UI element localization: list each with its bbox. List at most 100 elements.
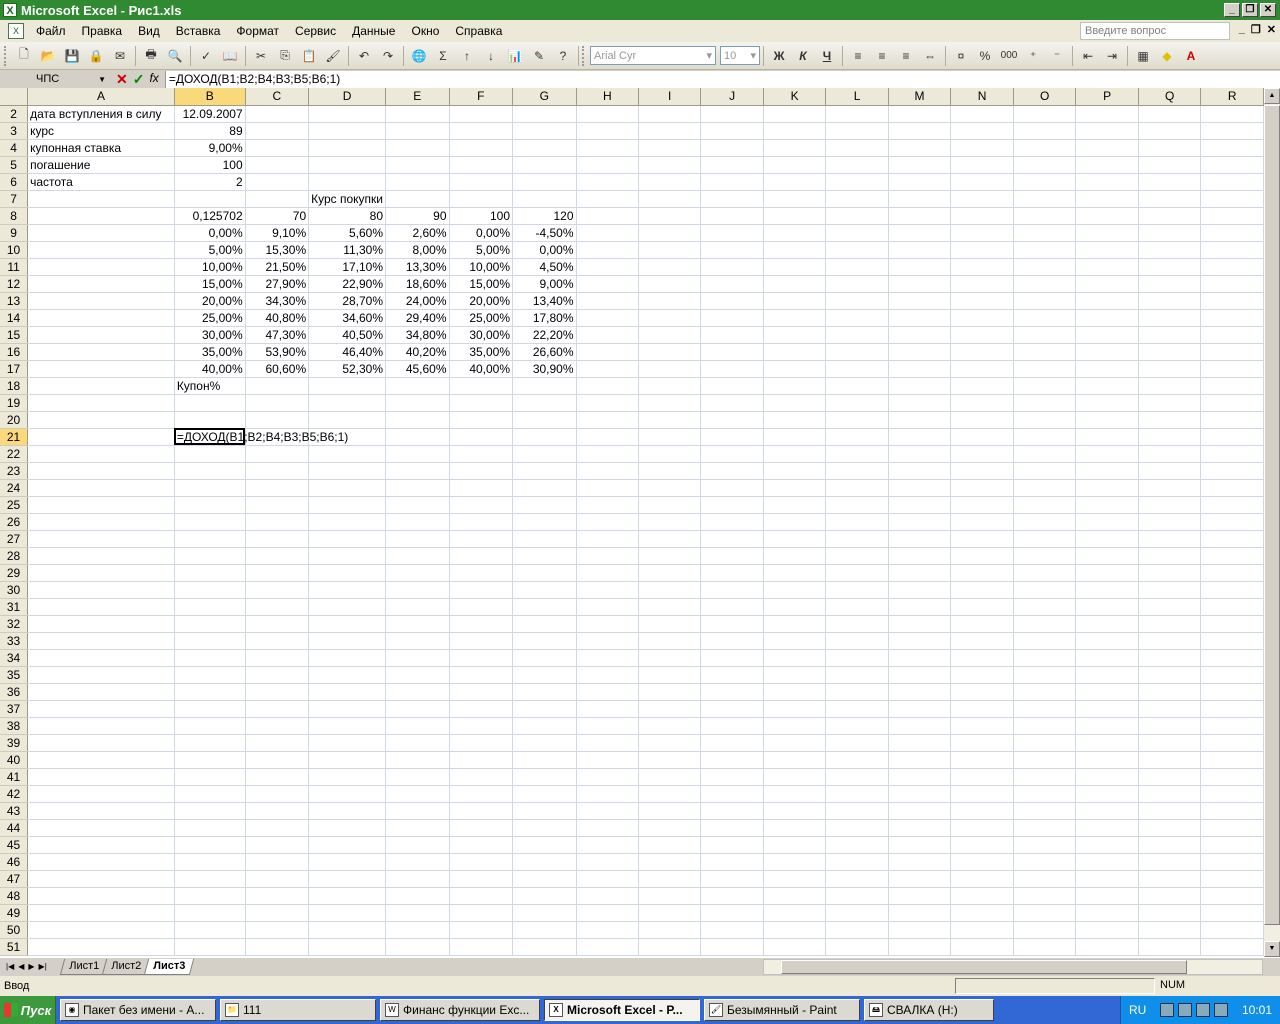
cell-G45[interactable]	[512, 836, 577, 854]
cell-I19[interactable]	[638, 394, 702, 412]
cell-K10[interactable]	[763, 241, 827, 259]
cell-N28[interactable]	[950, 547, 1014, 565]
cell-K36[interactable]	[763, 683, 827, 701]
cell-H37[interactable]	[576, 700, 640, 718]
cell-E7[interactable]	[385, 190, 450, 208]
row-header[interactable]: 42	[0, 785, 29, 803]
cell-R45[interactable]	[1200, 836, 1264, 854]
cell-R32[interactable]	[1200, 615, 1264, 633]
cell-H48[interactable]	[576, 887, 640, 905]
cell-E46[interactable]	[385, 853, 450, 871]
cell-P16[interactable]	[1075, 343, 1139, 361]
cell-L25[interactable]	[825, 496, 889, 514]
cell-P4[interactable]	[1075, 139, 1139, 157]
spreadsheet-grid[interactable]: A B C D E F G H I J K L M N O P Q R 2 дата вступления в сил…	[0, 88, 1264, 957]
cell-N35[interactable]	[950, 666, 1014, 684]
cell-L13[interactable]	[825, 292, 889, 310]
cell-A43[interactable]	[27, 802, 175, 820]
cell-F23[interactable]	[449, 462, 514, 480]
cell-D3[interactable]	[308, 122, 387, 140]
cell-M36[interactable]	[888, 683, 952, 701]
cell-G26[interactable]	[512, 513, 577, 531]
cell-Q31[interactable]	[1138, 598, 1202, 616]
cell-O38[interactable]	[1013, 717, 1077, 735]
cell-I36[interactable]	[638, 683, 702, 701]
taskbar-button[interactable]: ◉ Пакет без имени - А...	[60, 999, 216, 1021]
cell-F18[interactable]	[449, 377, 514, 395]
cell-J24[interactable]	[700, 479, 764, 497]
cell-K41[interactable]	[763, 768, 827, 786]
cell-Q37[interactable]	[1138, 700, 1202, 718]
cell-G3[interactable]	[512, 122, 577, 140]
menu-item-5[interactable]: Сервис	[287, 21, 344, 41]
cell-N48[interactable]	[950, 887, 1014, 905]
cell-M27[interactable]	[888, 530, 952, 548]
row-header[interactable]: 14	[0, 309, 29, 327]
cell-M48[interactable]	[888, 887, 952, 905]
cell-R7[interactable]	[1200, 190, 1264, 208]
cell-G8[interactable]: 120	[512, 207, 577, 225]
cell-A20[interactable]	[27, 411, 175, 429]
cell-L29[interactable]	[825, 564, 889, 582]
cell-P7[interactable]	[1075, 190, 1139, 208]
cell-B46[interactable]	[174, 853, 246, 871]
cell-Q27[interactable]	[1138, 530, 1202, 548]
row-header[interactable]: 51	[0, 938, 29, 956]
cell-Q29[interactable]	[1138, 564, 1202, 582]
cell-Q15[interactable]	[1138, 326, 1202, 344]
cell-K22[interactable]	[763, 445, 827, 463]
cell-M42[interactable]	[888, 785, 952, 803]
cell-N37[interactable]	[950, 700, 1014, 718]
cell-O42[interactable]	[1013, 785, 1077, 803]
cell-C17[interactable]: 60,60%	[245, 360, 310, 378]
cell-B50[interactable]	[174, 921, 246, 939]
cell-F35[interactable]	[449, 666, 514, 684]
cell-D30[interactable]	[308, 581, 387, 599]
doc-minimize-icon[interactable]: _	[1239, 23, 1245, 36]
cell-I34[interactable]	[638, 649, 702, 667]
cell-K43[interactable]	[763, 802, 827, 820]
cell-A39[interactable]	[27, 734, 175, 752]
cell-L47[interactable]	[825, 870, 889, 888]
cell-L42[interactable]	[825, 785, 889, 803]
new-document-icon[interactable]: 🗋	[13, 45, 35, 67]
font-color-icon[interactable]: A	[1180, 45, 1202, 67]
cell-H28[interactable]	[576, 547, 640, 565]
cell-H25[interactable]	[576, 496, 640, 514]
cell-M13[interactable]	[888, 292, 952, 310]
cell-M35[interactable]	[888, 666, 952, 684]
sheet-tab[interactable]: Лист2	[101, 958, 151, 975]
cell-C23[interactable]	[245, 462, 310, 480]
cell-M43[interactable]	[888, 802, 952, 820]
cell-Q47[interactable]	[1138, 870, 1202, 888]
cell-R49[interactable]	[1200, 904, 1264, 922]
cell-F37[interactable]	[449, 700, 514, 718]
cell-L38[interactable]	[825, 717, 889, 735]
cell-L49[interactable]	[825, 904, 889, 922]
cell-K18[interactable]	[763, 377, 827, 395]
cell-K46[interactable]	[763, 853, 827, 871]
drawing-icon[interactable]: ✎	[528, 45, 550, 67]
cell-F19[interactable]	[449, 394, 514, 412]
cell-Q19[interactable]	[1138, 394, 1202, 412]
cell-P3[interactable]	[1075, 122, 1139, 140]
cell-P34[interactable]	[1075, 649, 1139, 667]
cell-C22[interactable]	[245, 445, 310, 463]
cell-P33[interactable]	[1075, 632, 1139, 650]
cell-O51[interactable]	[1013, 938, 1077, 956]
cell-K37[interactable]	[763, 700, 827, 718]
cell-M41[interactable]	[888, 768, 952, 786]
cell-R40[interactable]	[1200, 751, 1264, 769]
cell-C46[interactable]	[245, 853, 310, 871]
column-header[interactable]: H	[576, 88, 640, 106]
cell-F27[interactable]	[449, 530, 514, 548]
cell-J16[interactable]	[700, 343, 764, 361]
cell-R20[interactable]	[1200, 411, 1264, 429]
cell-L21[interactable]	[825, 428, 889, 446]
cell-I2[interactable]	[638, 105, 702, 123]
cell-C39[interactable]	[245, 734, 310, 752]
cell-A22[interactable]	[27, 445, 175, 463]
cell-E8[interactable]: 90	[385, 207, 450, 225]
cell-J18[interactable]	[700, 377, 764, 395]
align-center-icon[interactable]: ≡	[871, 45, 893, 67]
